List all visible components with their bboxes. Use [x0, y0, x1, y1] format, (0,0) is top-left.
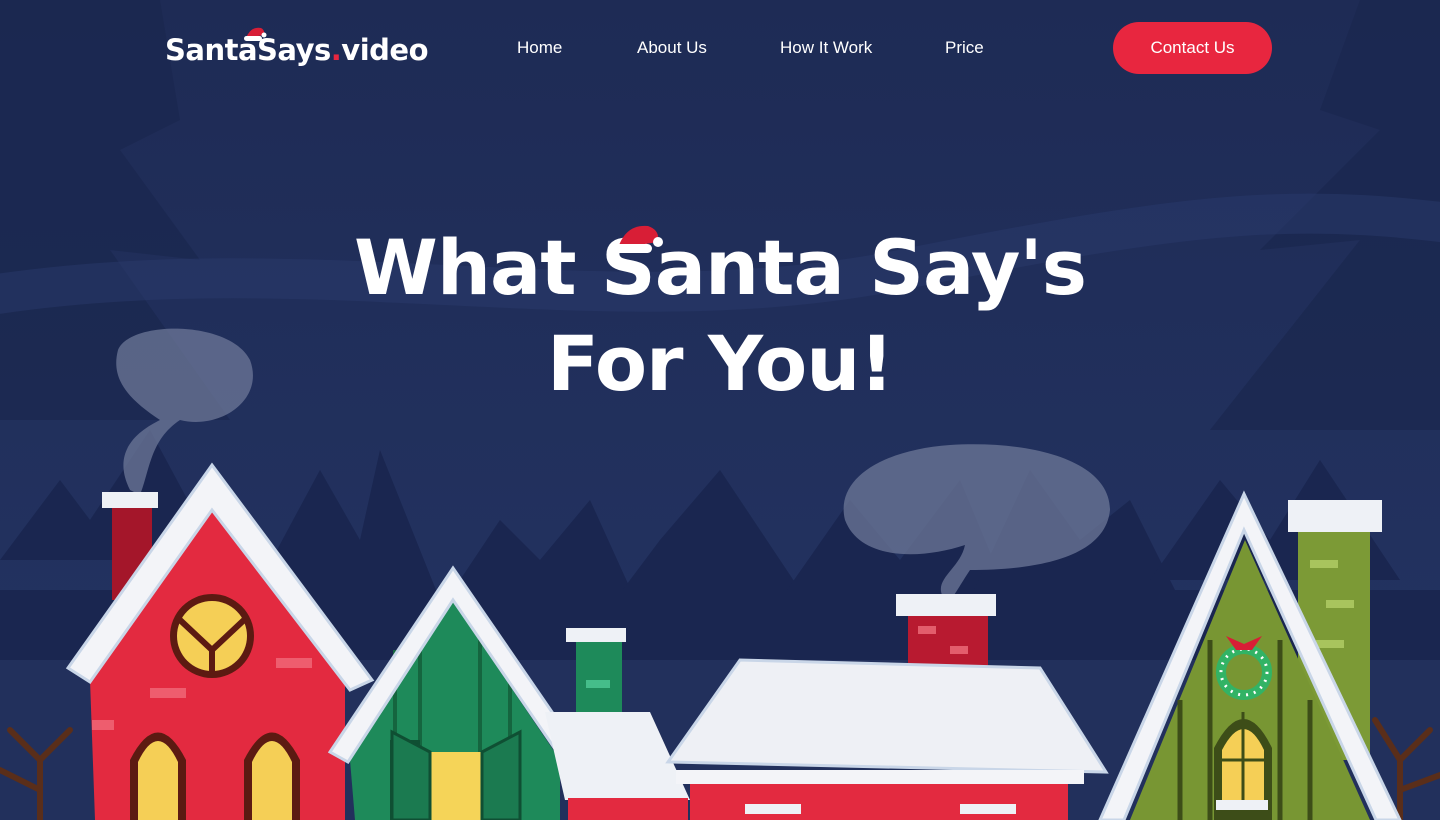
nav-link-how-it-work[interactable]: How It Work	[780, 36, 872, 60]
site-logo[interactable]: SantaSays.video	[165, 27, 428, 70]
santa-hat-icon	[244, 27, 267, 41]
logo-suffix-text: video	[341, 33, 428, 67]
hero-title-line-1: What Santa Say's	[354, 223, 1087, 312]
contact-us-button[interactable]: Contact Us	[1113, 22, 1272, 74]
nav-link-price[interactable]: Price	[945, 36, 984, 60]
top-navbar: SantaSays.video Home About Us How It Wor…	[0, 0, 1440, 96]
hero-title-line-2: For You!	[546, 319, 894, 408]
santa-hat-icon	[614, 225, 663, 253]
nav-link-about-us[interactable]: About Us	[637, 36, 707, 60]
hero-title: What Santa Say's For You!	[300, 220, 1140, 412]
nav-link-home[interactable]: Home	[517, 36, 562, 60]
logo-dot: .	[330, 33, 342, 67]
